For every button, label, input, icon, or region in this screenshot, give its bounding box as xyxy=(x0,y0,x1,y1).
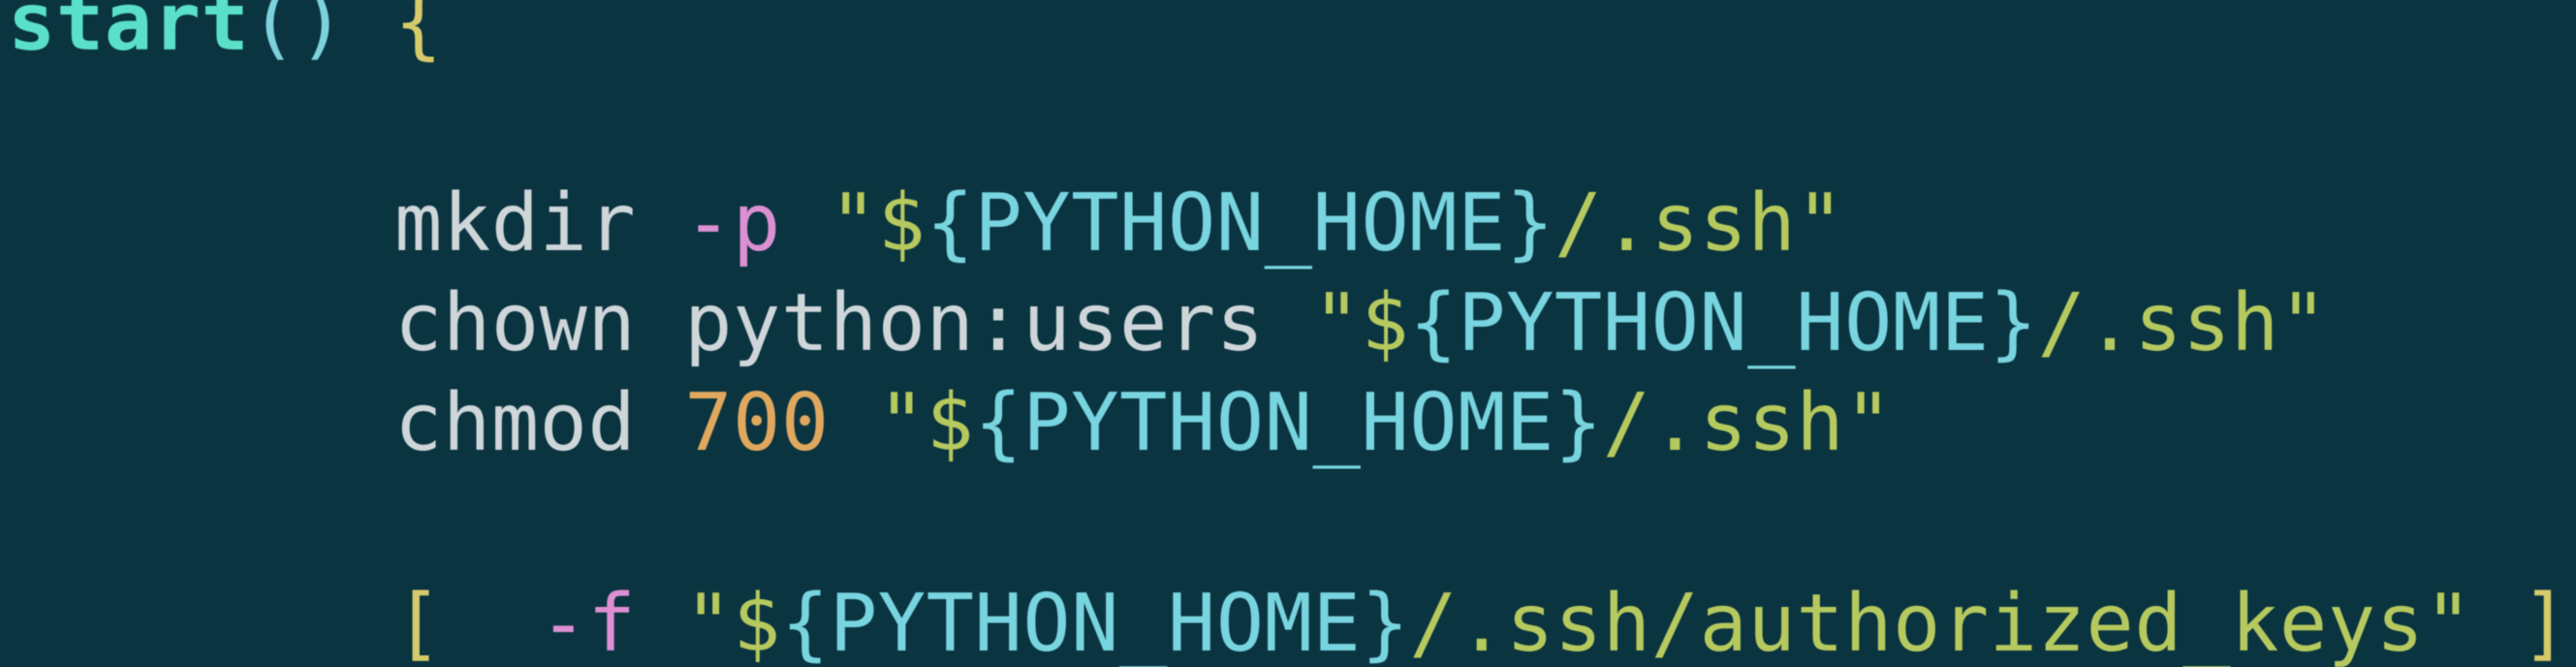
var-python-home: PYTHON_HOME xyxy=(830,578,1362,667)
bracket-close: ] xyxy=(2521,578,2569,667)
path-ssh: /.ssh xyxy=(2038,277,2279,369)
code-line-1: start() { xyxy=(8,0,443,69)
brace-open: { xyxy=(394,0,443,69)
var-brace-close: } xyxy=(1555,377,1603,469)
var-brace-open: { xyxy=(927,177,975,270)
var-python-home: PYTHON_HOME xyxy=(974,177,1506,270)
indent xyxy=(8,277,394,369)
path-ssh: /.ssh xyxy=(1555,177,1796,270)
code-line-5: chmod 700 "${PYTHON_HOME}/.ssh" xyxy=(8,377,1893,469)
owner-group: python:users xyxy=(684,277,1264,369)
var-brace-open: { xyxy=(974,377,1022,469)
var-brace-open: { xyxy=(1409,277,1458,369)
quote: " xyxy=(2425,578,2473,667)
flag-f: -f xyxy=(540,578,637,667)
var-python-home: PYTHON_HOME xyxy=(1022,377,1555,469)
function-name: start xyxy=(8,0,249,69)
var-python-home: PYTHON_HOME xyxy=(1458,277,1990,369)
paren-close: ) xyxy=(298,0,346,69)
dollar: $ xyxy=(878,177,927,270)
var-brace-close: } xyxy=(1506,177,1555,270)
code-line-4: chown python:users "${PYTHON_HOME}/.ssh" xyxy=(8,277,2328,369)
quote: " xyxy=(1312,277,1361,369)
dollar: $ xyxy=(1361,277,1409,369)
indent xyxy=(8,177,394,270)
cmd-chmod: chmod xyxy=(394,377,636,469)
paren-open: ( xyxy=(249,0,298,69)
quote: " xyxy=(830,177,878,270)
quote: " xyxy=(1844,377,1893,469)
var-brace-close: } xyxy=(1361,578,1409,667)
dollar: $ xyxy=(733,578,781,667)
path-ssh: /.ssh xyxy=(1603,377,1844,469)
mode-700: 700 xyxy=(684,377,830,469)
indent xyxy=(8,578,394,667)
code-line-3: mkdir -p "${PYTHON_HOME}/.ssh" xyxy=(8,177,1844,270)
quote: " xyxy=(1796,177,1844,270)
flag-p: -p xyxy=(684,177,781,270)
path-authorized-keys: /.ssh/authorized_keys xyxy=(1409,578,2424,667)
quote: " xyxy=(878,377,927,469)
code-block: start() { mkdir -p "${PYTHON_HOME}/.ssh"… xyxy=(8,0,2576,667)
cmd-mkdir: mkdir xyxy=(394,177,636,270)
code-line-7: [ -f "${PYTHON_HOME}/.ssh/authorized_key… xyxy=(8,578,2569,667)
quote: " xyxy=(2279,277,2328,369)
cmd-chown: chown xyxy=(394,277,636,369)
quote: " xyxy=(684,578,733,667)
var-brace-open: { xyxy=(781,578,830,667)
indent xyxy=(8,377,394,469)
dollar: $ xyxy=(927,377,975,469)
var-brace-close: } xyxy=(1990,277,2038,369)
bracket-open: [ xyxy=(394,578,443,667)
